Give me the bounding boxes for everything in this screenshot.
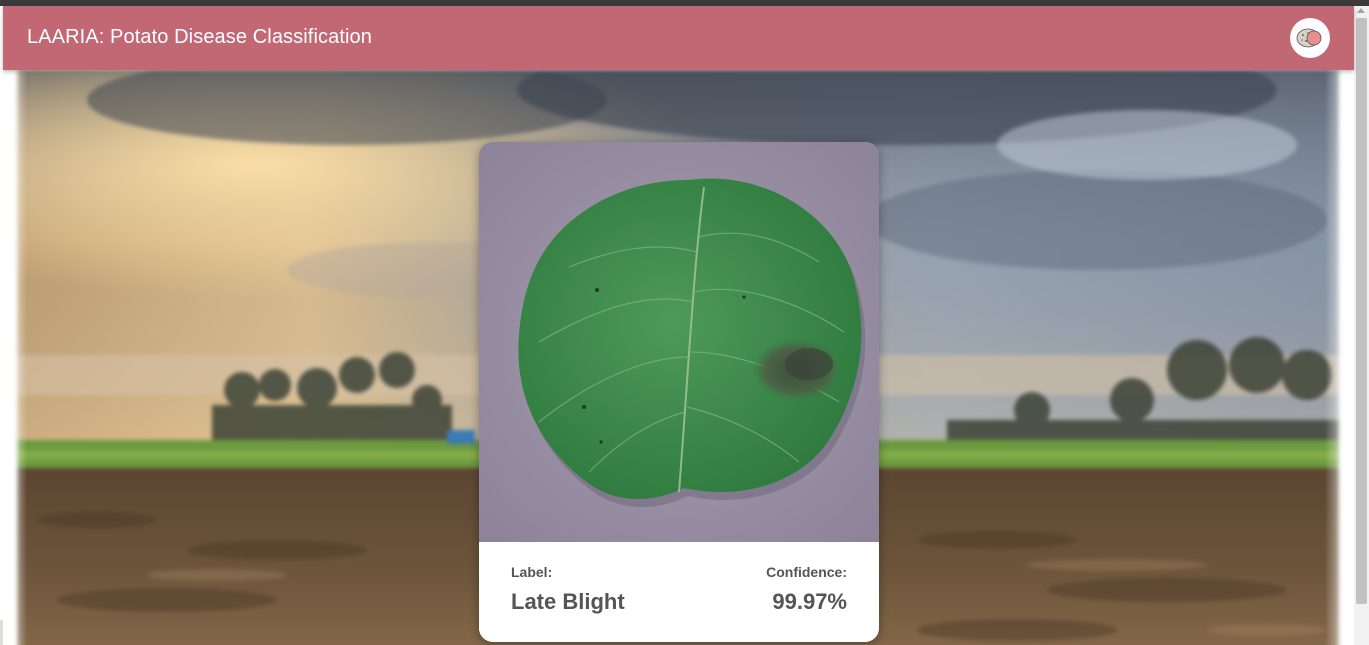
prediction-panel: Label: Confidence: Late Blight 99.97% (479, 542, 879, 642)
result-card: Label: Confidence: Late Blight 99.97% (479, 142, 879, 642)
app-title: LAARIA: Potato Disease Classification (27, 26, 372, 48)
vertical-scrollbar[interactable] (1354, 6, 1369, 645)
confidence-value: 99.97% (772, 589, 847, 614)
potato-leaf-image (479, 142, 879, 542)
scrollbar-thumb[interactable] (1356, 18, 1367, 604)
label-value: Late Blight (511, 589, 625, 614)
potato-logo-icon[interactable] (1290, 18, 1330, 58)
confidence-heading: Confidence: (766, 564, 847, 580)
page-edge (0, 620, 3, 645)
label-heading: Label: (511, 564, 553, 580)
scroll-up-arrow-icon[interactable] (1357, 8, 1365, 13)
app-bar: LAARIA: Potato Disease Classification (3, 6, 1354, 70)
